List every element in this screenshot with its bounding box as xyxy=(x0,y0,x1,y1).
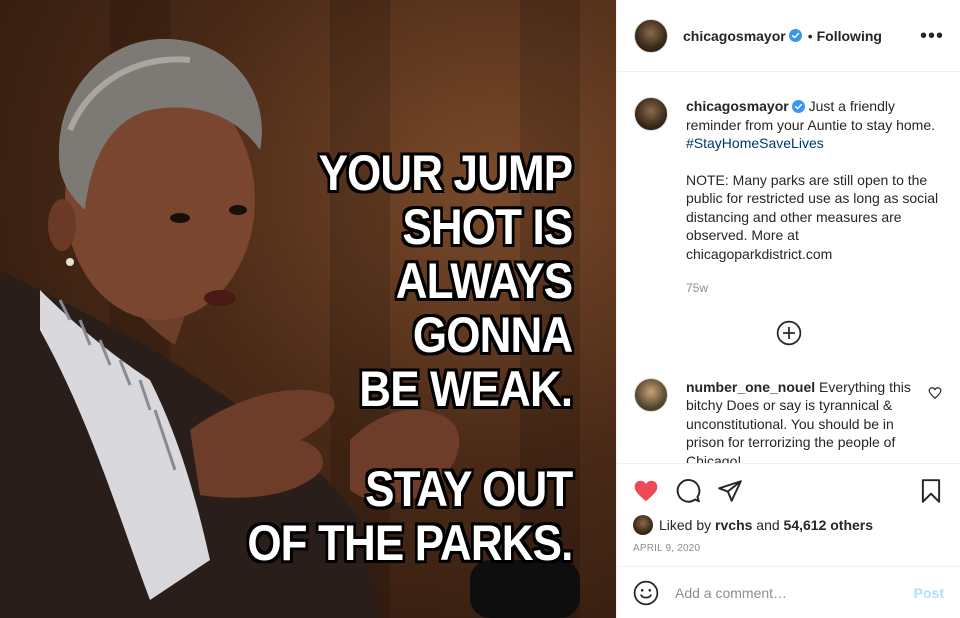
post-date[interactable]: APRIL 9, 2020 xyxy=(633,543,944,554)
load-more-comments[interactable] xyxy=(634,320,944,346)
comment-button[interactable] xyxy=(675,478,701,504)
heart-filled-icon[interactable] xyxy=(633,478,659,504)
comment-bubble-icon[interactable] xyxy=(675,478,701,504)
more-options-icon[interactable]: ••• xyxy=(920,26,944,46)
caption-avatar[interactable] xyxy=(634,97,668,131)
verified-badge-icon xyxy=(791,100,805,113)
action-bar xyxy=(633,464,944,514)
header-separator: • xyxy=(807,27,813,44)
meme-line: OF THE PARKS. xyxy=(246,515,573,571)
meme-line: ALWAYS xyxy=(395,253,573,309)
hashtag-link[interactable]: #StayHomeSaveLives xyxy=(686,135,824,151)
comment-item: number_one_nouel Everything this bitchy … xyxy=(634,377,944,464)
meme-line: YOUR JUMP xyxy=(318,145,573,201)
meme-line: BE WEAK. xyxy=(359,361,573,417)
author-avatar[interactable] xyxy=(634,18,668,53)
commenter-avatar[interactable] xyxy=(634,377,668,412)
caption-body: chicagosmayor Just a friendly reminder f… xyxy=(686,97,944,298)
caption-note: NOTE: Many parks are still open to the p… xyxy=(686,171,939,262)
share-button[interactable] xyxy=(717,478,743,504)
meme-line: SHOT IS xyxy=(402,199,573,255)
like-button[interactable] xyxy=(633,478,659,504)
following-button[interactable]: Following xyxy=(817,28,882,44)
meme-caption-bottom: STAY OUT OF THE PARKS. xyxy=(246,461,573,571)
meme-line: GONNA xyxy=(412,307,573,363)
post-sidebar: chicagosmayor • Following ••• chicagosma… xyxy=(616,0,960,618)
post-comment-button[interactable]: Post xyxy=(914,585,944,601)
commenter-username[interactable]: number_one_nouel xyxy=(686,379,815,395)
meme-line: STAY OUT xyxy=(364,461,573,517)
caption: chicagosmayor Just a friendly reminder f… xyxy=(634,97,944,298)
heart-outline-icon[interactable] xyxy=(928,386,942,400)
plus-circle-icon[interactable] xyxy=(776,320,802,346)
comment-body: number_one_nouel Everything this bitchy … xyxy=(686,378,926,464)
post-actions-area: Liked by rvchs and 54,612 others APRIL 9… xyxy=(617,463,960,554)
post-header: chicagosmayor • Following ••• xyxy=(617,0,960,72)
comment-input[interactable] xyxy=(675,584,914,601)
caption-timestamp[interactable]: 75w xyxy=(686,279,944,298)
smiley-icon[interactable] xyxy=(633,580,659,606)
paper-plane-icon[interactable] xyxy=(717,478,743,504)
likes-count[interactable]: 54,612 others xyxy=(784,517,874,533)
meme-caption-top: YOUR JUMP SHOT IS ALWAYS GONNA BE WEAK. xyxy=(318,145,573,417)
likes-summary[interactable]: Liked by rvchs and 54,612 others xyxy=(633,514,944,536)
comments-list[interactable]: chicagosmayor Just a friendly reminder f… xyxy=(617,73,960,463)
likes-joiner: and xyxy=(756,517,780,533)
liker-username[interactable]: rvchs xyxy=(715,517,752,533)
likes-prefix: Liked by xyxy=(659,517,712,533)
save-button[interactable] xyxy=(918,478,944,504)
liker-avatar[interactable] xyxy=(633,515,653,535)
caption-username[interactable]: chicagosmayor xyxy=(686,98,789,114)
bookmark-icon[interactable] xyxy=(918,478,944,504)
author-username[interactable]: chicagosmayor xyxy=(683,28,786,44)
post-image[interactable]: YOUR JUMP SHOT IS ALWAYS GONNA BE WEAK. … xyxy=(0,0,616,618)
verified-badge-icon xyxy=(788,29,802,42)
add-comment-bar: Post xyxy=(617,566,960,618)
